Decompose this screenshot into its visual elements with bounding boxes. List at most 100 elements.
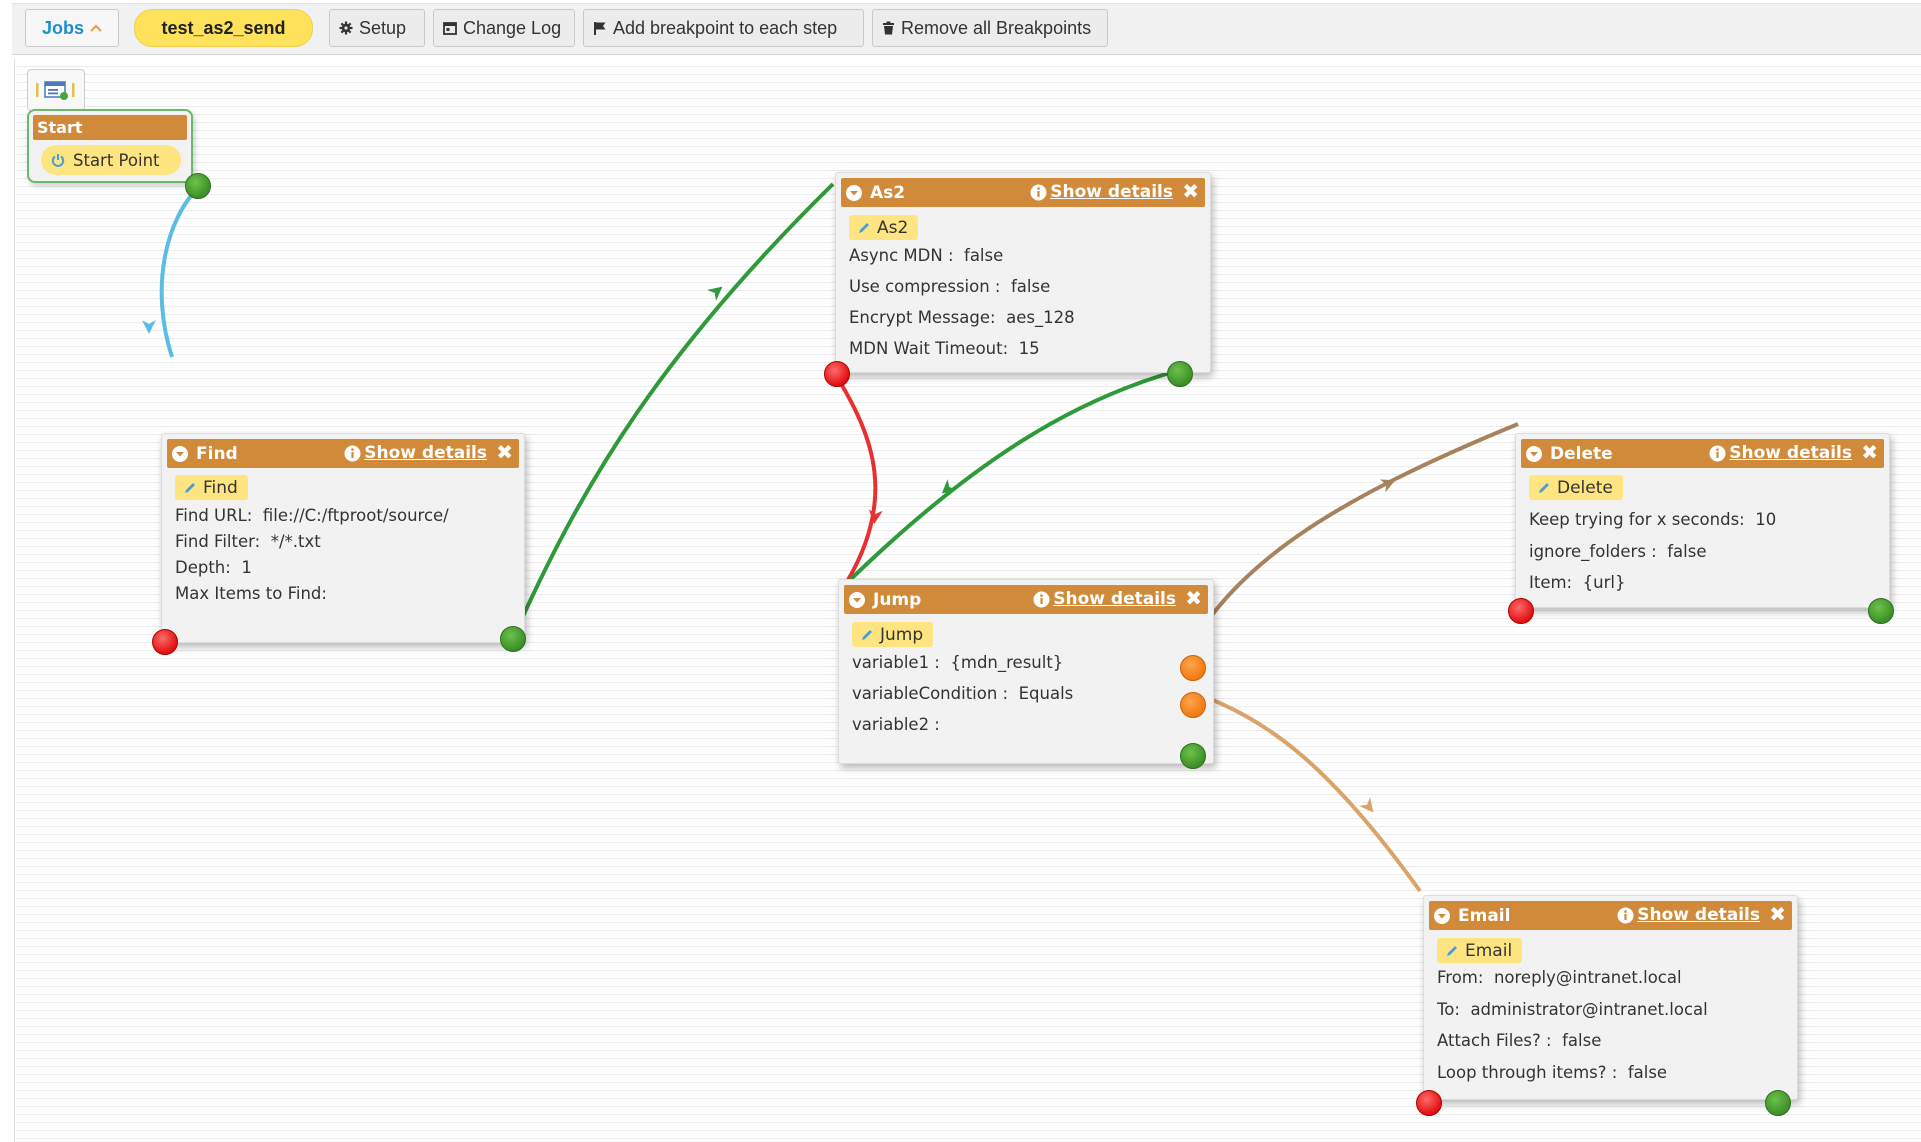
show-details-label: Show details bbox=[364, 443, 487, 463]
email-prop-to: To: administrator@intranet.local bbox=[1437, 1000, 1708, 1019]
workflow-canvas[interactable]: Start Start Point Find Show details ✖ Fi… bbox=[14, 59, 1921, 1142]
as2-show-details-link[interactable]: Show details bbox=[1030, 182, 1173, 202]
edge-start-to-find bbox=[159, 184, 202, 358]
email-success-port[interactable] bbox=[1765, 1090, 1791, 1116]
delete-failure-port[interactable] bbox=[1508, 598, 1534, 624]
power-icon bbox=[51, 154, 65, 167]
find-node-title: Find bbox=[196, 443, 238, 464]
close-icon[interactable]: ✖ bbox=[1182, 180, 1199, 202]
find-node[interactable]: Find Show details ✖ Find Find URL: file:… bbox=[161, 433, 525, 643]
find-prop-filter: Find Filter: */*.txt bbox=[175, 532, 321, 551]
pencil-icon bbox=[185, 482, 195, 493]
flag-icon bbox=[594, 22, 606, 35]
collapse-icon[interactable] bbox=[1525, 445, 1543, 463]
email-prop-loop: Loop through items? : false bbox=[1437, 1063, 1668, 1082]
collapse-icon[interactable] bbox=[1433, 907, 1451, 925]
delete-step-chip-label: Delete bbox=[1557, 477, 1613, 498]
info-icon bbox=[1617, 907, 1634, 923]
info-icon bbox=[1033, 591, 1050, 607]
pencil-icon bbox=[862, 629, 872, 640]
email-show-details-link[interactable]: Show details bbox=[1617, 905, 1760, 925]
as2-step-chip-label: As2 bbox=[877, 217, 909, 238]
jump-show-details-link[interactable]: Show details bbox=[1033, 589, 1176, 609]
find-prop-url: Find URL: file://C:/ftproot/source/ bbox=[175, 506, 449, 525]
chevron-up-icon bbox=[90, 24, 102, 32]
start-point-chip[interactable]: Start Point bbox=[41, 145, 181, 175]
edge-jump-to-email bbox=[1192, 690, 1422, 893]
find-step-chip-label: Find bbox=[203, 477, 238, 498]
delete-node[interactable]: Delete Show details ✖ Delete Keep trying… bbox=[1515, 433, 1890, 608]
jump-false-port[interactable] bbox=[1180, 692, 1206, 718]
collapse-icon[interactable] bbox=[848, 591, 866, 609]
show-details-label: Show details bbox=[1053, 589, 1176, 609]
email-node-header: Email Show details ✖ bbox=[1429, 901, 1792, 930]
find-prop-depth: Depth: 1 bbox=[175, 558, 252, 577]
start-output-port[interactable] bbox=[185, 173, 211, 199]
start-header: Start bbox=[33, 115, 187, 140]
show-details-label: Show details bbox=[1637, 905, 1760, 925]
as2-node[interactable]: As2 Show details ✖ As2 Async MDN : false… bbox=[835, 172, 1211, 373]
edge-find-to-as2 bbox=[517, 182, 835, 626]
change-log-label: Change Log bbox=[463, 17, 562, 38]
close-icon[interactable]: ✖ bbox=[1185, 587, 1202, 609]
find-step-chip[interactable]: Find bbox=[175, 475, 248, 500]
as2-prop-encrypt: Encrypt Message: aes_128 bbox=[849, 308, 1075, 327]
close-icon[interactable]: ✖ bbox=[1861, 441, 1878, 463]
jump-step-chip[interactable]: Jump bbox=[852, 622, 934, 647]
start-point-label: Start Point bbox=[73, 150, 160, 170]
as2-prop-async-mdn: Async MDN : false bbox=[849, 246, 1004, 265]
as2-prop-compression: Use compression : false bbox=[849, 277, 1051, 296]
close-icon[interactable]: ✖ bbox=[496, 441, 513, 463]
delete-node-title: Delete bbox=[1550, 443, 1613, 464]
jump-node-header: Jump Show details ✖ bbox=[844, 585, 1208, 614]
info-icon bbox=[1030, 184, 1047, 200]
jump-node-title: Jump bbox=[873, 589, 922, 610]
add-breakpoint-label: Add breakpoint to each step bbox=[613, 17, 838, 38]
change-log-button[interactable]: Change Log bbox=[433, 9, 575, 47]
email-failure-port[interactable] bbox=[1416, 1090, 1442, 1116]
edge-jump-to-delete bbox=[1191, 422, 1519, 644]
collapse-icon[interactable] bbox=[171, 445, 189, 463]
job-name-badge[interactable]: test_as2_send bbox=[134, 9, 313, 47]
add-breakpoint-button[interactable]: Add breakpoint to each step bbox=[583, 9, 864, 47]
email-node[interactable]: Email Show details ✖ Email From: noreply… bbox=[1423, 895, 1798, 1100]
toolbar: Jobs test_as2_send Setup Change Log Add … bbox=[12, 3, 1921, 55]
jobs-menu-button[interactable]: Jobs bbox=[25, 9, 119, 47]
as2-node-title: As2 bbox=[870, 182, 906, 203]
email-node-title: Email bbox=[1458, 905, 1511, 926]
calendar-icon bbox=[443, 22, 457, 35]
as2-failure-port[interactable] bbox=[824, 361, 850, 387]
jump-prop-variable2: variable2 : bbox=[852, 715, 940, 734]
remove-breakpoints-button[interactable]: Remove all Breakpoints bbox=[872, 9, 1108, 47]
delete-show-details-link[interactable]: Show details bbox=[1709, 443, 1852, 463]
remove-breakpoints-label: Remove all Breakpoints bbox=[901, 17, 1092, 38]
email-step-chip[interactable]: Email bbox=[1437, 938, 1523, 963]
jump-node[interactable]: Jump Show details ✖ Jump variable1 : {md… bbox=[838, 579, 1214, 764]
find-prop-max-items: Max Items to Find: bbox=[175, 584, 327, 603]
delete-success-port[interactable] bbox=[1868, 598, 1894, 624]
collapse-icon[interactable] bbox=[845, 184, 863, 202]
info-icon bbox=[344, 445, 361, 461]
close-icon[interactable]: ✖ bbox=[1769, 903, 1786, 925]
delete-node-header: Delete Show details ✖ bbox=[1521, 439, 1884, 468]
jump-success-port[interactable] bbox=[1180, 743, 1206, 769]
find-show-details-link[interactable]: Show details bbox=[344, 443, 487, 463]
start-node[interactable]: Start Start Point bbox=[27, 109, 193, 183]
delete-prop-ignore-folders: ignore_folders : false bbox=[1529, 542, 1707, 561]
pencil-icon bbox=[859, 222, 869, 233]
as2-step-chip[interactable]: As2 bbox=[849, 215, 919, 240]
show-details-label: Show details bbox=[1729, 443, 1852, 463]
jump-step-chip-label: Jump bbox=[880, 624, 924, 645]
pencil-icon bbox=[1539, 482, 1549, 493]
delete-step-chip[interactable]: Delete bbox=[1529, 475, 1623, 500]
info-icon bbox=[1709, 445, 1726, 461]
find-failure-port[interactable] bbox=[152, 629, 178, 655]
email-step-chip-label: Email bbox=[1465, 940, 1513, 961]
gear-icon bbox=[339, 21, 353, 35]
email-prop-attach: Attach Files? : false bbox=[1437, 1031, 1602, 1050]
as2-node-header: As2 Show details ✖ bbox=[841, 178, 1205, 207]
as2-success-port[interactable] bbox=[1167, 361, 1193, 387]
jump-true-port[interactable] bbox=[1180, 655, 1206, 681]
find-success-port[interactable] bbox=[500, 626, 526, 652]
setup-button[interactable]: Setup bbox=[329, 9, 425, 47]
